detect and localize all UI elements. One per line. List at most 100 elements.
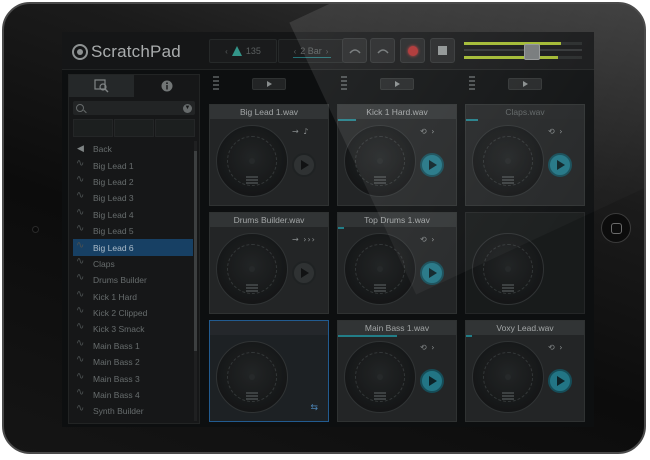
list-item[interactable]: Big Lead 5 (73, 223, 193, 239)
pad-mode-icon[interactable]: ⟲ › (420, 235, 435, 244)
sample-pad[interactable] (465, 212, 585, 314)
scrollbar-thumb[interactable] (194, 151, 197, 351)
pad-dial[interactable] (216, 233, 288, 305)
list-item[interactable]: Synth Builder (73, 403, 193, 419)
undo-button[interactable] (342, 38, 367, 63)
column-play-button[interactable] (252, 78, 286, 90)
pad-play-button[interactable] (548, 153, 572, 177)
list-item[interactable]: Kick 1 Hard (73, 289, 193, 305)
pad-play-button[interactable] (292, 261, 316, 285)
file-label: Main Bass 4 (93, 390, 140, 401)
play-icon (557, 376, 565, 386)
pad-mode-icon[interactable]: ⟲ › (420, 343, 435, 352)
file-label: Big Lead 3 (93, 193, 134, 204)
pad-play-button[interactable] (548, 369, 572, 393)
pad-edit-icon[interactable]: ⇆ (310, 403, 318, 413)
pad-play-button[interactable] (292, 153, 316, 177)
pad-dial[interactable] (472, 125, 544, 197)
list-item[interactable]: Claps (73, 256, 193, 272)
tempo-decrease-icon[interactable]: ‹ (225, 47, 228, 56)
file-label: Drums Builder (93, 275, 147, 286)
list-item[interactable]: Big Lead 1 (73, 157, 193, 173)
sample-pad[interactable]: Drums Builder.wav → ››› (209, 212, 329, 314)
dial-center (249, 158, 255, 164)
tab-browse[interactable] (69, 75, 134, 97)
loop-length-increase-icon[interactable]: › (326, 47, 329, 56)
pad-mode-icon[interactable]: → ››› (292, 235, 316, 244)
file-label: Big Lead 5 (93, 226, 134, 237)
pad-title: Drums Builder.wav (210, 213, 328, 227)
pad-title (210, 321, 328, 335)
back-item[interactable]: ◀ Back (73, 141, 193, 157)
filter-cell[interactable] (114, 119, 154, 137)
pad-mode-icon[interactable]: → ♪ (292, 127, 309, 136)
pad-play-button[interactable] (420, 261, 444, 285)
list-item[interactable]: Main Bass 1 (73, 338, 193, 354)
list-item[interactable]: Main Bass 4 (73, 387, 193, 403)
volume-track[interactable] (464, 49, 582, 51)
pad-dial[interactable] (472, 341, 544, 413)
list-item[interactable]: Drums Builder (73, 272, 193, 288)
filter-cell[interactable] (155, 119, 195, 137)
audio-wave-icon (76, 354, 87, 366)
loop-length-control[interactable]: ‹ 2 Bar › (278, 39, 344, 63)
loop-length-decrease-icon[interactable]: ‹ (294, 47, 297, 56)
sample-pad[interactable]: ⇆ (209, 320, 329, 422)
pad-dial[interactable] (216, 341, 288, 413)
tempo-control[interactable]: ‹ 135 (209, 39, 277, 63)
home-button[interactable] (601, 213, 631, 243)
sample-pad[interactable]: Voxy Lead.wav ⟲ › (465, 320, 585, 422)
pad-dial[interactable] (344, 341, 416, 413)
dial-level-bars (502, 284, 514, 292)
chevron-down-icon[interactable]: ▼ (183, 103, 192, 113)
metronome-icon (231, 46, 242, 56)
pad-dial[interactable] (344, 125, 416, 197)
pad-dial[interactable] (344, 233, 416, 305)
pad-mode-icon[interactable]: ⟲ › (548, 127, 563, 136)
file-label: Main Bass 1 (93, 340, 140, 351)
camera-lens (32, 226, 39, 233)
pad-play-button[interactable] (420, 369, 444, 393)
audio-wave-icon (76, 403, 87, 415)
list-item[interactable]: Main Bass 3 (73, 370, 193, 386)
list-item[interactable]: Big Lead 2 (73, 174, 193, 190)
play-icon (301, 160, 309, 170)
pad-dial[interactable] (472, 233, 544, 305)
sample-pad[interactable]: Main Bass 1.wav ⟲ › (337, 320, 457, 422)
sample-pad[interactable]: Claps.wav ⟲ › (465, 104, 585, 206)
pad-dial[interactable] (216, 125, 288, 197)
volume-slider-handle[interactable] (524, 44, 540, 60)
sample-pad[interactable]: Big Lead 1.wav → ♪ (209, 104, 329, 206)
stop-button[interactable] (430, 38, 455, 63)
loop-length-underline (293, 57, 331, 58)
sample-pad[interactable]: Top Drums 1.wav ⟲ › (337, 212, 457, 314)
redo-arrow-icon (376, 48, 389, 54)
redo-button[interactable] (370, 38, 395, 63)
list-item[interactable]: Kick 2 Clipped (73, 305, 193, 321)
list-item[interactable]: Big Lead 3 (73, 190, 193, 206)
search-input[interactable] (88, 103, 179, 113)
column-play-button[interactable] (380, 78, 414, 90)
list-item[interactable]: Big Lead 6 (73, 239, 193, 256)
dial-level-bars (246, 284, 258, 292)
audio-wave-icon (76, 174, 87, 186)
pad-progress (338, 119, 356, 121)
file-list-scrollbar[interactable] (194, 141, 197, 421)
record-button[interactable] (400, 38, 425, 63)
pad-play-button[interactable] (420, 153, 444, 177)
loop-length-value: 2 Bar (300, 46, 322, 56)
list-item[interactable]: Kick 3 Smack (73, 321, 193, 337)
list-item[interactable]: Big Lead 4 (73, 207, 193, 223)
list-item[interactable]: Main Bass 2 (73, 354, 193, 370)
audio-wave-icon (76, 321, 87, 333)
dial-center (505, 266, 511, 272)
pad-mode-icon[interactable]: ⟲ › (548, 343, 563, 352)
browser-tabs (69, 75, 199, 97)
pad-mode-icon[interactable]: ⟲ › (420, 127, 435, 136)
sample-pad[interactable]: Kick 1 Hard.wav ⟲ › (337, 104, 457, 206)
dial-level-bars (502, 392, 514, 400)
column-play-button[interactable] (508, 78, 542, 90)
tab-info[interactable] (134, 75, 199, 97)
filter-cell[interactable] (73, 119, 113, 137)
column-meter (469, 76, 475, 92)
